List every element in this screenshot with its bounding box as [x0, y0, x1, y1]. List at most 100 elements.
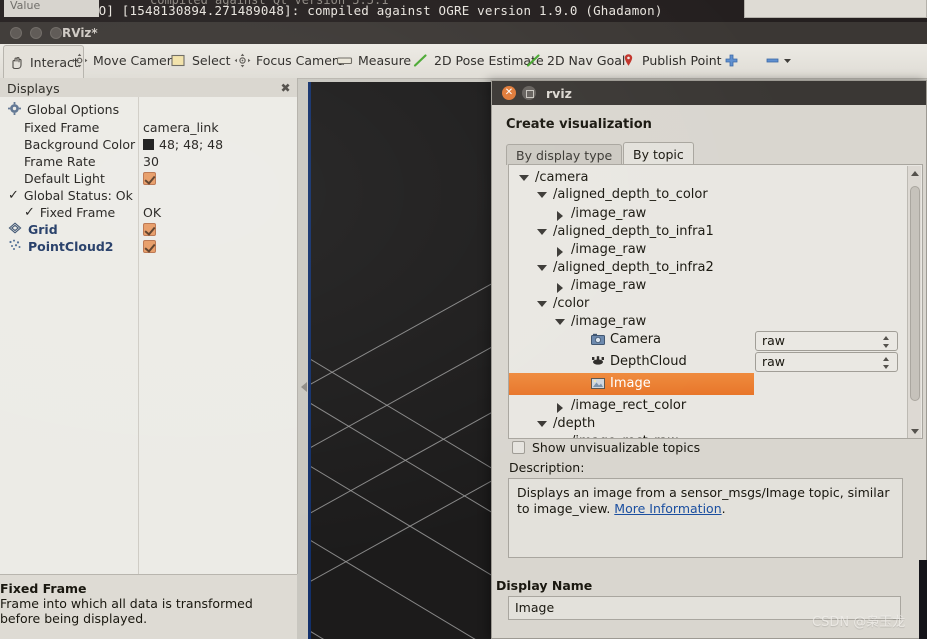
- vertical-scrollbar[interactable]: [907, 166, 921, 438]
- scroll-down-arrow-icon[interactable]: [911, 429, 919, 434]
- nav-goal-icon: [525, 53, 542, 68]
- display-row-default-light[interactable]: Default Light: [0, 170, 297, 187]
- description-text-tail: .: [721, 501, 726, 516]
- tree-item-label: /image_rect_color: [571, 398, 687, 413]
- tree-item-label: Image: [610, 376, 651, 391]
- measure-icon: [336, 53, 353, 68]
- rviz-toolbar: Interact Move Camera Select Focus Camera: [0, 44, 927, 79]
- default-light-checkbox-cell[interactable]: [143, 170, 156, 187]
- displays-panel-title: Displays: [7, 81, 60, 96]
- scrollbar-thumb[interactable]: [910, 186, 920, 401]
- tab-by-topic[interactable]: By topic: [623, 142, 694, 165]
- tree-item-depthcloud-display[interactable]: DepthCloud raw: [509, 351, 922, 373]
- tree-item-label: /aligned_depth_to_color: [553, 187, 708, 202]
- chevron-down-icon[interactable]: [537, 265, 547, 271]
- depthcloud-transport-combo[interactable]: raw: [755, 352, 898, 372]
- show-unvisualizable-label: Show unvisualizable topics: [532, 440, 701, 455]
- grid-checkbox-cell[interactable]: [143, 221, 156, 238]
- tool-2d-nav-goal[interactable]: 2D Nav Goal: [521, 46, 629, 75]
- display-row-background-color[interactable]: Background Color 48; 48; 48: [0, 136, 297, 153]
- hand-icon: [8, 55, 25, 70]
- displays-help-panel: Fixed Frame Frame into which all data is…: [0, 574, 297, 639]
- pointcloud2-checkbox-cell[interactable]: [143, 238, 156, 255]
- chevron-down-icon[interactable]: [537, 192, 547, 198]
- grid-icon: [8, 222, 22, 237]
- window-minimize-button[interactable]: [30, 27, 42, 39]
- dialog-title: rviz: [546, 86, 572, 101]
- tree-item-image-display[interactable]: Image: [509, 373, 754, 395]
- display-row-global-status[interactable]: ✓ Global Status: Ok: [0, 187, 297, 204]
- description-label: Description:: [509, 460, 585, 475]
- tool-publish-point-label: Publish Point: [642, 53, 722, 68]
- chevron-down-icon[interactable]: [555, 319, 565, 325]
- tool-measure[interactable]: Measure: [332, 46, 415, 75]
- more-information-link[interactable]: More Information: [614, 501, 721, 516]
- publish-point-icon: [620, 53, 637, 68]
- displays-tree[interactable]: Global Options Fixed Frame camera_link B…: [0, 97, 297, 574]
- chevron-right-icon[interactable]: [557, 247, 563, 257]
- show-unvisualizable-topics-row[interactable]: Show unvisualizable topics: [512, 440, 700, 455]
- rviz-window-titlebar: RViz*: [0, 22, 927, 44]
- display-label: Global Status: Ok: [23, 188, 133, 203]
- chevron-right-icon[interactable]: [557, 403, 563, 413]
- display-row-frame-rate[interactable]: Frame Rate 30: [0, 153, 297, 170]
- tab-by-display-type[interactable]: By display type: [506, 144, 623, 165]
- checkbox-checked[interactable]: [143, 240, 156, 253]
- check-icon: ✓: [8, 188, 19, 203]
- tree-item-label: /image_rect_raw: [571, 434, 678, 438]
- tree-item-camera-display[interactable]: Camera raw: [509, 329, 922, 351]
- checkbox-unchecked[interactable]: [512, 441, 525, 454]
- tool-publish-point[interactable]: Publish Point: [616, 46, 726, 75]
- display-row-grid[interactable]: Grid: [0, 221, 297, 238]
- chevron-right-icon[interactable]: [557, 211, 563, 221]
- remove-tool-button[interactable]: [760, 46, 796, 75]
- display-row-fixed-frame-status[interactable]: ✓ Fixed Frame OK: [0, 204, 297, 221]
- scroll-up-arrow-icon[interactable]: [911, 171, 919, 176]
- background-panel-right: [744, 0, 927, 18]
- chevron-down-icon[interactable]: [519, 175, 529, 181]
- terminal-line-current: [ INFO] [1548130894.271489048]: compiled…: [60, 3, 663, 18]
- combo-value: raw: [762, 333, 786, 348]
- tree-item-image-rect-raw[interactable]: /image_rect_raw: [509, 431, 922, 438]
- maximize-icon[interactable]: [522, 86, 536, 100]
- check-icon: ✓: [24, 205, 35, 220]
- checkbox-checked[interactable]: [143, 223, 156, 236]
- checkbox-checked[interactable]: [143, 172, 156, 185]
- chevron-down-icon[interactable]: [537, 301, 547, 307]
- background-color-value[interactable]: 48; 48; 48: [143, 136, 223, 153]
- spinner-icon[interactable]: [882, 356, 890, 370]
- camera-transport-combo[interactable]: raw: [755, 331, 898, 351]
- window-close-button[interactable]: [10, 27, 22, 39]
- window-maximize-button[interactable]: [50, 27, 62, 39]
- csdn-watermark: CSDN @枭玉龙: [812, 615, 906, 630]
- help-text: Frame into which all data is transformed…: [0, 596, 253, 626]
- chevron-down-icon[interactable]: [537, 229, 547, 235]
- spinner-icon[interactable]: [882, 335, 890, 349]
- close-icon[interactable]: ✖: [279, 82, 292, 95]
- background-column-header: Value: [4, 0, 99, 17]
- chevron-down-icon[interactable]: [783, 53, 792, 68]
- move-camera-icon: [71, 53, 88, 68]
- chevron-down-icon[interactable]: [537, 421, 547, 427]
- chevron-right-icon[interactable]: [557, 283, 563, 293]
- display-row-fixed-frame[interactable]: Fixed Frame camera_link: [0, 119, 297, 136]
- tree-item-label: /image_raw: [571, 242, 647, 257]
- tree-item-label: /camera: [535, 170, 589, 185]
- tool-select[interactable]: Select: [166, 46, 235, 75]
- frame-rate-value[interactable]: 30: [143, 153, 159, 170]
- depthcloud-icon: [591, 355, 605, 368]
- display-row-pointcloud2[interactable]: PointCloud2: [0, 238, 297, 255]
- tree-item-label: DepthCloud: [610, 354, 687, 369]
- color-swatch: [143, 139, 154, 150]
- help-title: Fixed Frame: [0, 581, 87, 596]
- close-icon[interactable]: ✕: [502, 86, 516, 100]
- fixed-frame-status-value: OK: [143, 205, 162, 220]
- collapse-left-icon[interactable]: [301, 382, 307, 392]
- topic-tree[interactable]: /camera /aligned_depth_to_color /image_r…: [508, 164, 923, 439]
- display-label: Frame Rate: [24, 154, 96, 169]
- fixed-frame-value[interactable]: camera_link: [143, 119, 219, 136]
- display-row-global-options[interactable]: Global Options: [0, 101, 297, 118]
- tool-focus-camera[interactable]: Focus Camera: [230, 46, 349, 75]
- tool-measure-label: Measure: [358, 53, 412, 68]
- add-tool-button[interactable]: [719, 46, 744, 75]
